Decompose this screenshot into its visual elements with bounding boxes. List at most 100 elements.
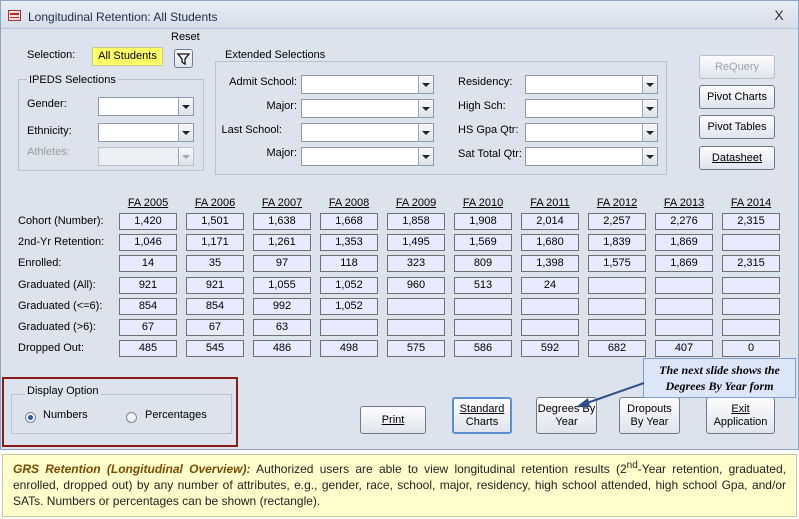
- data-cell[interactable]: 67: [119, 319, 177, 336]
- data-cell[interactable]: 1,055: [253, 277, 311, 294]
- data-cell[interactable]: [588, 298, 646, 315]
- data-cell[interactable]: 921: [186, 277, 244, 294]
- data-cell[interactable]: [387, 319, 445, 336]
- data-cell[interactable]: 323: [387, 255, 445, 272]
- pivot-charts-button[interactable]: Pivot Charts: [699, 85, 775, 109]
- data-cell[interactable]: 63: [253, 319, 311, 336]
- chevron-down-icon[interactable]: [178, 124, 193, 141]
- data-cell[interactable]: 1,680: [521, 234, 579, 251]
- chevron-down-icon[interactable]: [418, 148, 433, 165]
- chevron-down-icon[interactable]: [642, 76, 657, 93]
- chevron-down-icon[interactable]: [642, 148, 657, 165]
- data-cell[interactable]: 1,569: [454, 234, 512, 251]
- data-cell[interactable]: 67: [186, 319, 244, 336]
- data-cell[interactable]: 118: [320, 255, 378, 272]
- high-school-select[interactable]: [525, 99, 658, 118]
- data-cell[interactable]: 14: [119, 255, 177, 272]
- data-cell[interactable]: 2,257: [588, 213, 646, 230]
- data-cell[interactable]: [521, 319, 579, 336]
- data-cell[interactable]: 486: [253, 340, 311, 357]
- data-cell[interactable]: [454, 319, 512, 336]
- data-cell[interactable]: [521, 298, 579, 315]
- admit-school-select[interactable]: [301, 75, 434, 94]
- data-cell[interactable]: 592: [521, 340, 579, 357]
- last-school-select[interactable]: [301, 123, 434, 142]
- print-button[interactable]: Print: [360, 406, 426, 434]
- data-cell[interactable]: 1,398: [521, 255, 579, 272]
- data-cell[interactable]: 586: [454, 340, 512, 357]
- data-cell[interactable]: 2,014: [521, 213, 579, 230]
- data-cell[interactable]: 485: [119, 340, 177, 357]
- data-cell[interactable]: [722, 234, 780, 251]
- exit-application-button[interactable]: Exit Application: [706, 397, 775, 434]
- chevron-down-icon[interactable]: [418, 100, 433, 117]
- data-cell[interactable]: 513: [454, 277, 512, 294]
- pivot-tables-button[interactable]: Pivot Tables: [699, 115, 775, 139]
- data-cell[interactable]: 992: [253, 298, 311, 315]
- data-cell[interactable]: 1,668: [320, 213, 378, 230]
- major-select[interactable]: [301, 99, 434, 118]
- data-cell[interactable]: 1,858: [387, 213, 445, 230]
- chevron-down-icon[interactable]: [642, 124, 657, 141]
- data-cell[interactable]: 1,869: [655, 255, 713, 272]
- data-cell[interactable]: 2,315: [722, 255, 780, 272]
- data-cell[interactable]: 24: [521, 277, 579, 294]
- chevron-down-icon[interactable]: [642, 100, 657, 117]
- chevron-down-icon[interactable]: [418, 124, 433, 141]
- data-cell[interactable]: [722, 319, 780, 336]
- data-cell[interactable]: 0: [722, 340, 780, 357]
- reset-filter-button[interactable]: [174, 49, 193, 68]
- data-cell[interactable]: 809: [454, 255, 512, 272]
- data-cell[interactable]: [722, 277, 780, 294]
- data-cell[interactable]: 2,315: [722, 213, 780, 230]
- data-cell[interactable]: 1,638: [253, 213, 311, 230]
- data-cell[interactable]: 854: [119, 298, 177, 315]
- sat-total-select[interactable]: [525, 147, 658, 166]
- data-cell[interactable]: 575: [387, 340, 445, 357]
- data-cell[interactable]: 1,353: [320, 234, 378, 251]
- data-cell[interactable]: 921: [119, 277, 177, 294]
- data-cell[interactable]: 960: [387, 277, 445, 294]
- data-cell[interactable]: 682: [588, 340, 646, 357]
- data-cell[interactable]: 1,839: [588, 234, 646, 251]
- data-cell[interactable]: 97: [253, 255, 311, 272]
- data-cell[interactable]: [320, 319, 378, 336]
- data-cell[interactable]: 1,420: [119, 213, 177, 230]
- data-cell[interactable]: 1,261: [253, 234, 311, 251]
- data-cell[interactable]: [722, 298, 780, 315]
- data-cell[interactable]: 2,276: [655, 213, 713, 230]
- data-cell[interactable]: 1,046: [119, 234, 177, 251]
- residency-select[interactable]: [525, 75, 658, 94]
- chevron-down-icon[interactable]: [178, 98, 193, 115]
- data-cell[interactable]: 545: [186, 340, 244, 357]
- data-cell[interactable]: 1,869: [655, 234, 713, 251]
- data-cell[interactable]: [454, 298, 512, 315]
- close-icon[interactable]: X: [770, 7, 788, 23]
- data-cell[interactable]: [387, 298, 445, 315]
- title-bar[interactable]: Longitudinal Retention: All Students X: [1, 1, 798, 29]
- last-school-major-select[interactable]: [301, 147, 434, 166]
- data-cell[interactable]: 1,575: [588, 255, 646, 272]
- data-cell[interactable]: 407: [655, 340, 713, 357]
- ethnicity-select[interactable]: [98, 123, 194, 142]
- data-cell[interactable]: 1,052: [320, 277, 378, 294]
- data-cell[interactable]: 1,495: [387, 234, 445, 251]
- gender-select[interactable]: [98, 97, 194, 116]
- data-cell[interactable]: [655, 298, 713, 315]
- data-cell[interactable]: [655, 277, 713, 294]
- data-cell[interactable]: [588, 319, 646, 336]
- data-cell[interactable]: [588, 277, 646, 294]
- data-cell[interactable]: 1,908: [454, 213, 512, 230]
- hs-gpa-select[interactable]: [525, 123, 658, 142]
- datasheet-button[interactable]: Datasheet: [699, 146, 775, 170]
- chevron-down-icon[interactable]: [418, 76, 433, 93]
- standard-charts-button[interactable]: Standard Charts: [452, 397, 512, 434]
- data-cell[interactable]: 1,052: [320, 298, 378, 315]
- requery-button[interactable]: ReQuery: [699, 55, 775, 79]
- data-cell[interactable]: 498: [320, 340, 378, 357]
- data-cell[interactable]: 1,171: [186, 234, 244, 251]
- data-cell[interactable]: 35: [186, 255, 244, 272]
- data-cell[interactable]: 1,501: [186, 213, 244, 230]
- data-cell[interactable]: 854: [186, 298, 244, 315]
- selection-value[interactable]: All Students: [92, 47, 163, 66]
